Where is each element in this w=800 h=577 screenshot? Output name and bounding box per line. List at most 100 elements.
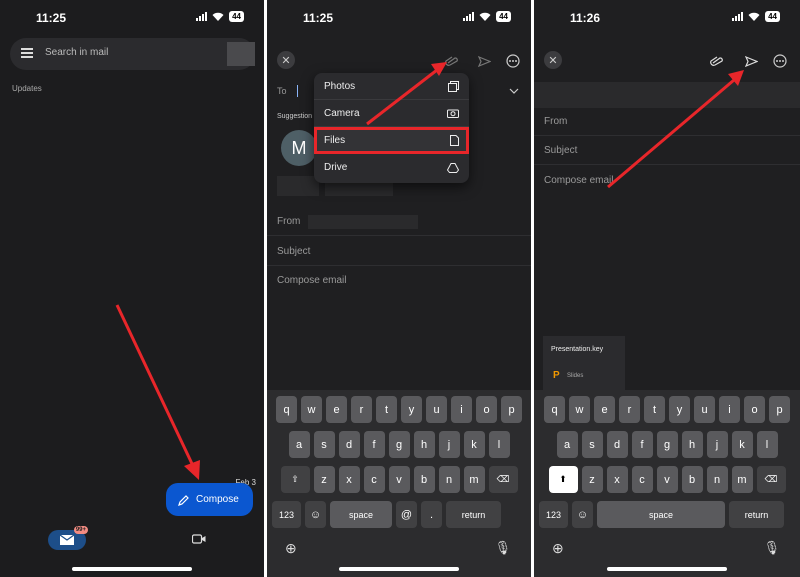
letter-key[interactable]: e <box>594 396 615 423</box>
attach-button[interactable] <box>708 52 726 70</box>
close-button[interactable]: ✕ <box>544 51 562 69</box>
letter-key[interactable]: g <box>656 431 678 458</box>
letter-key[interactable]: y <box>669 396 690 423</box>
letter-key[interactable]: u <box>694 396 715 423</box>
space-key[interactable]: space <box>330 501 392 528</box>
more-options-button[interactable] <box>771 52 789 70</box>
letter-key[interactable]: d <box>606 431 628 458</box>
shift-key[interactable]: ⇧ <box>280 466 310 493</box>
letter-key[interactable]: v <box>656 466 678 493</box>
contact-avatar[interactable]: M <box>281 130 317 166</box>
account-avatar[interactable] <box>227 42 255 66</box>
letter-key[interactable]: x <box>338 466 360 493</box>
subject-field[interactable]: Subject <box>267 238 531 266</box>
letter-key[interactable]: t <box>376 396 397 423</box>
space-key[interactable]: space <box>597 501 725 528</box>
numbers-key[interactable]: 123 <box>539 501 568 528</box>
letter-key[interactable]: s <box>581 431 603 458</box>
send-button[interactable] <box>742 52 760 70</box>
send-button[interactable] <box>475 52 493 70</box>
more-options-button[interactable] <box>504 52 522 70</box>
globe-icon[interactable]: ⊕ <box>285 540 297 557</box>
close-button[interactable]: ✕ <box>277 51 295 69</box>
attach-button[interactable] <box>443 52 461 70</box>
letter-key[interactable]: f <box>631 431 653 458</box>
letter-key[interactable]: u <box>426 396 447 423</box>
attachment-card[interactable]: Presentation.key P Slides <box>543 336 625 390</box>
letter-key[interactable]: a <box>288 431 310 458</box>
letter-key[interactable]: s <box>313 431 335 458</box>
letter-key[interactable]: z <box>581 466 603 493</box>
letter-key[interactable]: w <box>569 396 590 423</box>
letter-key[interactable]: i <box>451 396 472 423</box>
emoji-key[interactable]: ☺ <box>572 501 593 528</box>
chevron-down-icon[interactable] <box>509 88 519 94</box>
letter-key[interactable]: q <box>276 396 297 423</box>
letter-key[interactable]: q <box>544 396 565 423</box>
letter-key[interactable]: v <box>388 466 410 493</box>
menu-item-photos[interactable]: Photos <box>314 73 469 100</box>
numbers-key[interactable]: 123 <box>272 501 301 528</box>
letter-key[interactable]: k <box>731 431 753 458</box>
compose-button[interactable]: Compose <box>166 483 253 516</box>
menu-item-files[interactable]: Files <box>314 127 469 154</box>
letter-key[interactable]: p <box>769 396 790 423</box>
mail-tab[interactable]: 99+ <box>48 526 88 550</box>
letter-key[interactable]: b <box>413 466 435 493</box>
letter-key[interactable]: r <box>351 396 372 423</box>
letter-key[interactable]: f <box>363 431 385 458</box>
letter-key[interactable]: x <box>606 466 628 493</box>
letter-key[interactable]: r <box>619 396 640 423</box>
video-icon[interactable] <box>192 534 206 544</box>
compose-attach-panel: 11:25 44 ✕ To Suggestion M Photos Camera <box>267 0 531 577</box>
letter-key[interactable]: a <box>556 431 578 458</box>
from-field[interactable]: From <box>267 208 531 236</box>
letter-key[interactable]: j <box>706 431 728 458</box>
subject-field[interactable]: Subject <box>534 137 800 165</box>
letter-key[interactable]: i <box>719 396 740 423</box>
at-key[interactable]: @ <box>396 501 417 528</box>
from-field[interactable]: From <box>534 108 800 136</box>
letter-key[interactable]: p <box>501 396 522 423</box>
return-key[interactable]: return <box>446 501 501 528</box>
letter-key[interactable]: n <box>438 466 460 493</box>
backspace-key[interactable]: ⌫ <box>756 466 786 493</box>
globe-icon[interactable]: ⊕ <box>552 540 564 557</box>
microphone-icon[interactable]: 🎙 <box>763 540 780 556</box>
compose-body[interactable]: Compose email <box>534 166 800 194</box>
dot-key[interactable]: . <box>421 501 442 528</box>
letter-key[interactable]: l <box>756 431 778 458</box>
letter-key[interactable]: c <box>631 466 653 493</box>
letter-key[interactable]: j <box>438 431 460 458</box>
letter-key[interactable]: o <box>476 396 497 423</box>
letter-key[interactable]: e <box>326 396 347 423</box>
letter-key[interactable]: b <box>681 466 703 493</box>
letter-key[interactable]: k <box>463 431 485 458</box>
compose-body[interactable]: Compose email <box>267 266 531 294</box>
menu-item-camera[interactable]: Camera <box>314 100 469 127</box>
letter-key[interactable]: y <box>401 396 422 423</box>
shift-key[interactable]: ⬆ <box>548 466 578 493</box>
letter-key[interactable]: m <box>731 466 753 493</box>
search-bar[interactable]: Search in mail <box>10 38 255 70</box>
letter-key[interactable]: d <box>338 431 360 458</box>
backspace-key[interactable]: ⌫ <box>488 466 518 493</box>
letter-key[interactable]: z <box>313 466 335 493</box>
letter-key[interactable]: o <box>744 396 765 423</box>
emoji-key[interactable]: ☺ <box>305 501 326 528</box>
letter-key[interactable]: w <box>301 396 322 423</box>
microphone-icon[interactable]: 🎙 <box>494 540 511 556</box>
letter-key[interactable]: t <box>644 396 665 423</box>
letter-key[interactable]: c <box>363 466 385 493</box>
letter-key[interactable]: g <box>388 431 410 458</box>
menu-item-drive[interactable]: Drive <box>314 154 469 181</box>
menu-icon[interactable] <box>21 48 33 60</box>
letter-key[interactable]: h <box>413 431 435 458</box>
letter-key[interactable]: n <box>706 466 728 493</box>
letter-key[interactable]: l <box>488 431 510 458</box>
return-key[interactable]: return <box>729 501 784 528</box>
status-time: 11:25 <box>36 11 67 25</box>
letter-key[interactable]: m <box>463 466 485 493</box>
attachment-name: Presentation.key <box>551 346 604 353</box>
letter-key[interactable]: h <box>681 431 703 458</box>
